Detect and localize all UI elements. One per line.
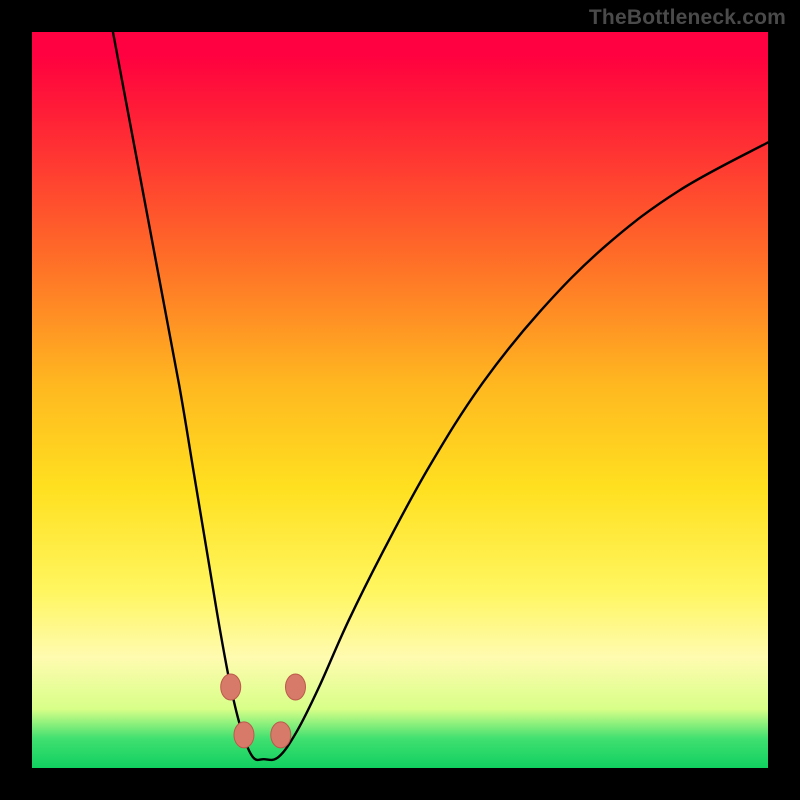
right-upper-dot — [285, 674, 305, 700]
bottleneck-curve — [113, 32, 768, 760]
chart-frame: TheBottleneck.com — [0, 0, 800, 800]
plot-area — [32, 32, 768, 768]
curve-layer — [32, 32, 768, 768]
right-lower-dot — [271, 722, 291, 748]
left-upper-dot — [221, 674, 241, 700]
watermark-text: TheBottleneck.com — [589, 6, 786, 30]
left-lower-dot — [234, 722, 254, 748]
